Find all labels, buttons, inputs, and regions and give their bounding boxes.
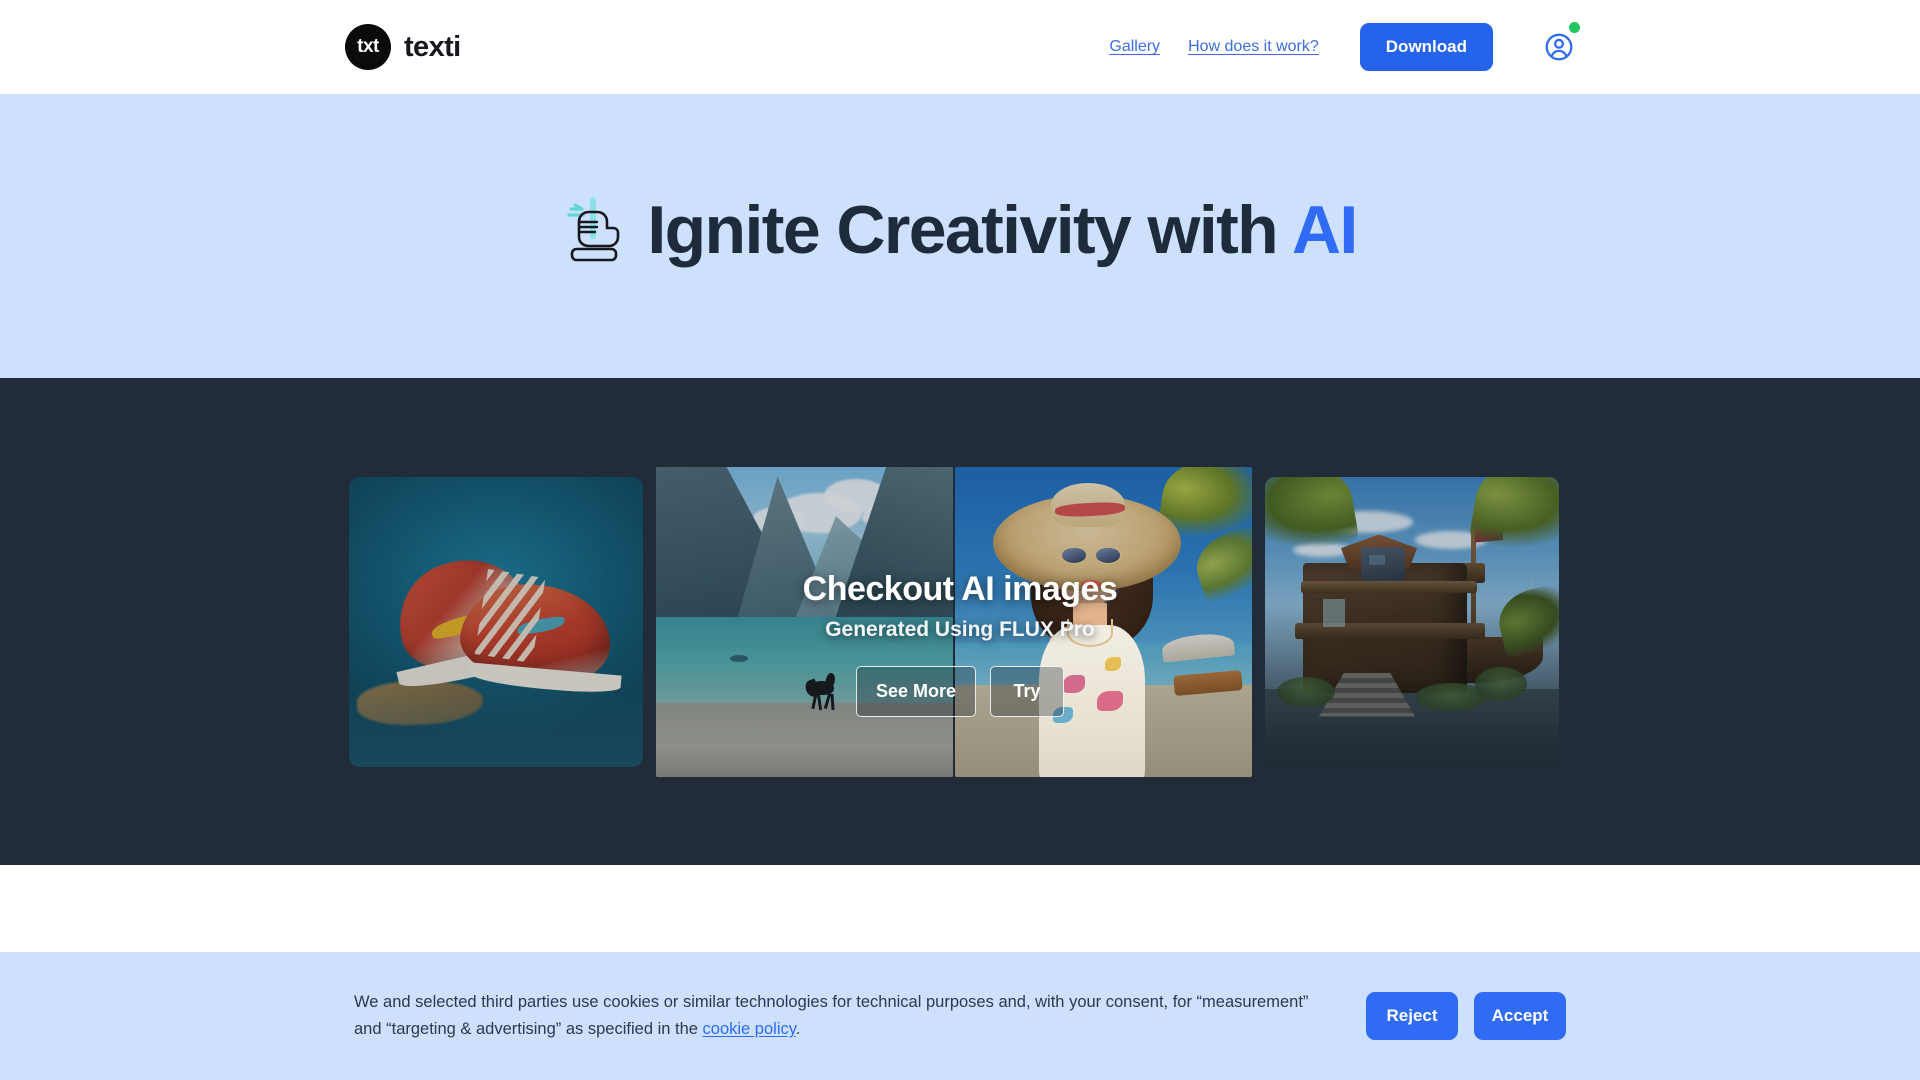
cookie-consent-banner: We and selected third parties use cookie… <box>0 952 1920 1080</box>
online-status-dot <box>1569 22 1580 33</box>
nav-link-gallery[interactable]: Gallery <box>1109 38 1160 56</box>
cookie-text-after-link: . <box>795 1020 801 1038</box>
download-button[interactable]: Download <box>1359 23 1493 71</box>
page-root: txt texti Gallery How does it work? Down… <box>0 0 1920 1080</box>
gallery-overlay-title: Checkout AI images <box>802 570 1118 608</box>
main-nav: Gallery How does it work? Download <box>1109 22 1580 71</box>
site-header: txt texti Gallery How does it work? Down… <box>0 0 1920 94</box>
page-title: Ignite Creativity with AI <box>647 191 1358 269</box>
hero-title-main: Ignite Creativity with <box>647 192 1292 268</box>
hero-section: Ignite Creativity with AI <box>0 94 1920 378</box>
see-more-button[interactable]: See More <box>856 666 976 717</box>
pirate-mansion-scrim <box>1265 476 1559 767</box>
hero-inner: Ignite Creativity with AI <box>563 191 1358 269</box>
sunglasses <box>1061 546 1121 564</box>
brand-logo[interactable]: txt texti <box>345 24 461 70</box>
gallery-image-sneakers[interactable] <box>349 476 643 767</box>
gallery-overlay-actions: See More Try <box>856 666 1064 717</box>
gallery-strip: Checkout AI images Generated Using FLUX … <box>349 466 1571 777</box>
content-spacer <box>0 865 1920 952</box>
accept-cookies-button[interactable]: Accept <box>1474 992 1566 1040</box>
cookie-consent-text: We and selected third parties use cookie… <box>354 989 1314 1042</box>
reject-cookies-button[interactable]: Reject <box>1366 992 1458 1040</box>
cookie-text-before-link: We and selected third parties use cookie… <box>354 993 1309 1038</box>
gallery-image-pirate-mansion[interactable] <box>1265 476 1559 767</box>
account-avatar[interactable] <box>1543 22 1580 63</box>
brand-name: texti <box>404 30 461 63</box>
gallery-overlay-subtitle: Generated Using FLUX Pro <box>825 618 1095 641</box>
brand-mark-icon: txt <box>345 24 391 70</box>
brand-mark-text: txt <box>357 36 379 57</box>
hero-title-accent: AI <box>1291 192 1358 268</box>
gallery-overlay-content: Checkout AI images Generated Using FLUX … <box>803 570 1118 717</box>
cookie-actions: Reject Accept <box>1366 992 1566 1040</box>
try-button[interactable]: Try <box>990 666 1064 717</box>
hand-pressing-button-icon <box>567 197 620 262</box>
user-circle-icon <box>1545 33 1573 61</box>
sneakers-scrim <box>349 476 643 767</box>
gallery-section: Checkout AI images Generated Using FLUX … <box>0 378 1920 865</box>
nav-link-how-does-it-work[interactable]: How does it work? <box>1188 38 1319 56</box>
cookie-policy-link[interactable]: cookie policy <box>703 1020 796 1038</box>
